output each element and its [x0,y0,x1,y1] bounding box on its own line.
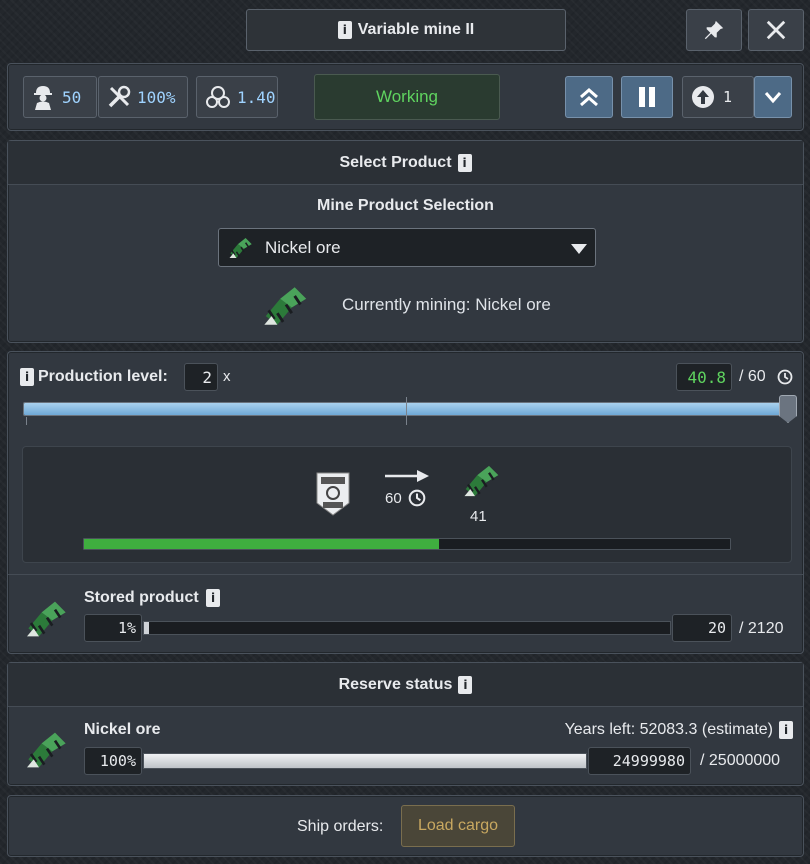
worker-icon [34,86,52,110]
production-progress-fill [84,539,440,549]
years-left-text: Years left: 52083.3 (estimate) [564,721,773,738]
select-product-panel: Select Product i Mine Product Selection … [7,140,804,343]
stored-product-label: Stored product [84,589,199,606]
info-icon[interactable]: i [457,153,472,172]
stored-amount: 20 [707,619,726,637]
caret-down-icon [571,244,587,254]
maintenance-value: 100% [137,87,176,107]
nickel-ore-icon [264,287,307,325]
dropdown-selected: Nickel ore [265,237,341,257]
select-product-title: Select Product [339,153,452,171]
production-slider[interactable] [23,395,797,425]
reserve-status-panel: Reserve status i Nickel ore Years left: … [7,662,804,786]
reserve-capacity: / 25000000 [700,752,781,769]
pin-icon [704,20,724,40]
stored-divider [8,574,803,575]
slider-track [23,402,795,416]
slider-tick [406,397,407,425]
slider-tick [26,417,27,425]
unity-icon [206,86,230,108]
production-progress-bar [83,538,731,550]
load-cargo-button[interactable]: Load cargo [401,805,515,847]
reserve-amount: 24999980 [612,752,685,770]
clock-icon [777,369,793,385]
unity-stat[interactable]: 1.40 [196,76,278,118]
production-level-input[interactable]: 2 [184,363,218,391]
upgrade-arrow-icon [692,86,714,108]
stored-amount-box: 20 [672,614,732,642]
status-text: Working [375,87,439,106]
stored-percent: 1% [117,619,136,637]
product-dropdown[interactable]: Nickel ore [218,228,596,267]
production-level-label: Production level: [38,368,168,385]
reserve-resource-name: Nickel ore [84,721,161,738]
reserve-bar [143,753,587,769]
reserve-status-title: Reserve status [338,675,453,693]
unity-value: 1.40 [237,87,276,107]
upgrade-value: 1 [723,88,733,106]
pin-button[interactable] [686,9,742,51]
window-title: Variable mine II [357,21,475,38]
reserve-percent-box: 100% [84,747,142,775]
stored-fill [144,622,150,634]
reserve-fill [144,754,586,768]
info-icon[interactable]: i [337,21,352,39]
recipe-time: 60 [385,490,402,507]
double-chevron-up-icon [580,88,598,107]
maintenance-stat[interactable]: 100% [98,76,188,118]
upgrade-button[interactable]: 1 [682,76,754,118]
stored-percent-box: 1% [84,614,142,642]
production-rate-max: / 60 [739,368,766,385]
select-product-header: Select Product i [8,141,803,185]
ship-orders-panel: Ship orders: Load cargo [7,795,804,857]
production-panel: i Production level: 2 x 40.8 / 60 60 41 … [7,351,804,654]
reserve-status-header: Reserve status i [8,663,803,707]
stored-capacity: / 2120 [739,620,784,637]
load-cargo-label: Load cargo [417,817,499,834]
production-level-suffix: x [223,368,231,385]
reserve-amount-box: 24999980 [588,747,691,775]
info-icon[interactable]: i [206,589,220,607]
close-icon [766,20,786,40]
clock-icon [408,489,426,507]
slider-handle[interactable] [779,395,797,423]
info-icon[interactable]: i [458,675,473,694]
toolbar-panel: 50 100% 1.40 Working 1 [7,63,804,131]
info-icon[interactable]: i [779,721,793,739]
status-badge: Working [314,74,500,120]
nickel-ore-icon [229,237,252,258]
workers-stat[interactable]: 50 [23,76,97,118]
pause-button[interactable] [621,76,673,118]
tools-icon [108,85,131,108]
recipe-output-qty: 41 [470,508,487,525]
mine-product-selection-label: Mine Product Selection [317,197,494,214]
currently-mining-text: Currently mining: Nickel ore [342,295,551,314]
chevron-down-icon [764,92,782,104]
arrow-right-icon [385,470,429,482]
recipe-box: 60 41 [22,446,792,563]
nickel-ore-icon [464,465,499,497]
production-rate-value: 40.8 [687,367,726,387]
ship-orders-label: Ship orders: [297,818,384,835]
stored-bar [143,621,671,635]
workers-value: 50 [62,87,82,107]
production-rate-box: 40.8 [676,363,732,391]
pause-icon [639,87,655,107]
info-icon[interactable]: i [20,368,34,386]
title-bar: i Variable mine II [246,9,566,51]
nickel-ore-icon [27,732,66,768]
priority-button[interactable] [565,76,613,118]
reserve-percent: 100% [99,752,136,770]
production-level-value: 2 [202,367,212,387]
coming-soon-icon [316,472,350,516]
nickel-ore-icon [27,601,66,637]
slider-fill [24,403,794,415]
upgrade-dropdown-button[interactable] [754,76,792,118]
close-button[interactable] [748,9,804,51]
